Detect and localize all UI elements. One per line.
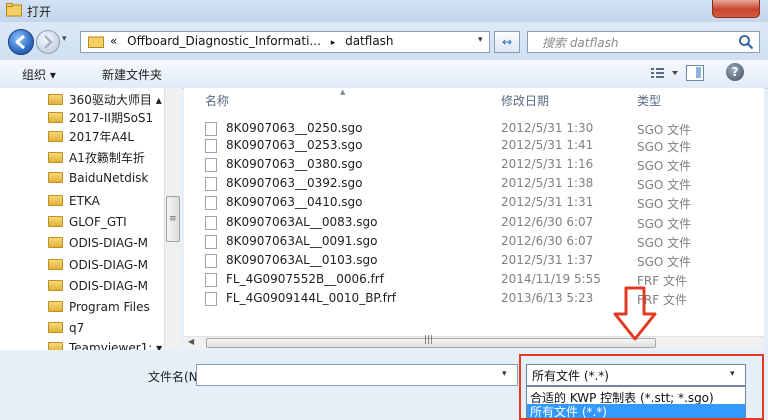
address-dropdown[interactable]: ▾ [478,35,483,45]
recent-pages-dropdown[interactable]: ▾ [62,34,76,50]
annotation-arrow-down-icon [613,286,657,341]
arrow-left-icon [15,34,25,50]
folder-open-icon [6,3,22,17]
folder-icon [48,237,63,248]
scroll-left-icon[interactable]: ◀ [188,337,194,346]
file-row[interactable]: 8K0907063AL__0083.sgo 2012/6/30 6:07 SGO 文… [205,215,745,233]
file-row[interactable]: 8K0907063AL__0103.sgo 2012/5/31 1:37 SGO 文… [205,253,745,271]
file-icon [205,292,217,306]
file-row[interactable]: 8K0907063__0253.sgo 2012/5/31 1:41 SGO 文件 [205,138,745,156]
nav-folder-item[interactable]: 2017年A4L [48,128,134,146]
preview-pane-icon [696,67,701,78]
title-bar [0,0,768,22]
file-icon [205,158,217,172]
file-icon [205,122,217,136]
sort-ascending-icon: ▲ [340,88,346,96]
file-icon [205,216,217,230]
nav-folder-item[interactable]: ODIS-DIAG-M [48,236,148,254]
nav-folder-item[interactable]: GLOF_GTI [48,215,127,233]
organize-button[interactable]: 组织 ▾ [22,66,56,83]
column-header-date[interactable]: 修改日期 [501,92,549,109]
annotation-highlight-box [519,354,764,420]
file-icon [205,139,217,153]
breadcrumb-separator[interactable]: ▸ [331,38,336,48]
file-row[interactable]: 8K0907063__0392.sgo 2012/5/31 1:38 SGO 文件 [205,176,745,194]
help-button[interactable]: ? [726,63,744,81]
nav-folder-item[interactable]: ETKA [48,194,100,212]
file-icon [205,235,217,249]
view-list-icon [651,68,678,78]
nav-folder-item[interactable]: ODIS-DIAG-M [48,279,148,297]
change-view-button[interactable] [650,65,682,81]
folder-icon [88,36,104,48]
folder-icon [48,280,63,291]
breadcrumb-segment[interactable]: Offboard_Diagnostic_Informati... [127,34,321,48]
file-row[interactable]: 8K0907063__0250.sgo 2012/5/31 1:30 SGO 文件 [205,121,745,139]
nav-folder-item[interactable]: ODIS-DIAG-M [48,258,148,276]
folder-icon [48,94,63,105]
new-folder-button[interactable]: 新建文件夹 [102,66,162,83]
arrow-right-icon [44,35,53,49]
column-header-name[interactable]: 名称 [205,92,229,109]
folder-icon [48,131,63,142]
nav-folder-item[interactable]: A1孜籁制车折 [48,149,145,167]
help-icon: ? [731,65,739,79]
breadcrumb-history-chevron[interactable]: « [110,34,117,48]
filename-dropdown[interactable]: ▾ [502,369,507,379]
file-icon [205,177,217,191]
column-header-type[interactable]: 类型 [637,92,661,109]
refresh-button[interactable]: ↔ [494,31,520,53]
file-row[interactable]: 8K0907063__0380.sgo 2012/5/31 1:16 SGO 文件 [205,157,745,175]
close-button[interactable] [712,0,760,18]
search-placeholder: 搜索 datflash [542,36,619,50]
folder-icon [48,322,63,333]
preview-pane-button[interactable] [686,65,704,81]
navigation-pane[interactable]: 360驱动大师目 ▴ 2017-II期SoS1 2017年A4L A1孜籁制车折… [0,88,182,355]
file-icon [205,273,217,287]
folder-icon [48,301,63,312]
refresh-icon: ↔ [501,35,513,49]
file-row[interactable]: 8K0907063AL__0091.sgo 2012/6/30 6:07 SGO 文… [205,234,745,252]
breadcrumb[interactable]: « Offboard_Diagnostic_Informati... ▸ dat… [110,34,394,48]
folder-icon [48,259,63,270]
file-icon [205,254,217,268]
folder-icon [48,152,63,163]
filename-input[interactable] [196,364,518,386]
window-title: 打开 [27,5,52,19]
folder-icon [48,216,63,227]
folder-icon [48,172,63,183]
nav-folder-item[interactable]: Program Files [48,300,150,318]
breadcrumb-segment[interactable]: datflash [345,34,393,48]
back-button[interactable] [8,29,34,55]
grip-icon: ||| [424,335,434,345]
forward-button[interactable] [36,30,60,54]
file-row[interactable]: FL_4G0909144L_0010_BP.frf 2013/6/13 5:23 F… [205,291,745,309]
nav-folder-item[interactable]: q7 [48,321,84,339]
file-icon [205,196,217,210]
nav-folder-item[interactable]: 360驱动大师目 ▴ [48,91,162,109]
file-row[interactable]: FL_4G0907552B__0006.frf 2014/11/19 5:55 FR… [205,272,745,290]
nav-folder-item[interactable]: BaiduNetdisk [48,171,148,189]
nav-folder-item[interactable]: 2017-II期SoS1 [48,109,153,127]
search-icon[interactable] [738,34,754,50]
file-row[interactable]: 8K0907063__0410.sgo 2012/5/31 1:31 SGO 文件 [205,195,745,213]
folder-icon [48,195,63,206]
folder-icon [48,112,63,123]
grip-icon: ≡ [169,214,177,224]
